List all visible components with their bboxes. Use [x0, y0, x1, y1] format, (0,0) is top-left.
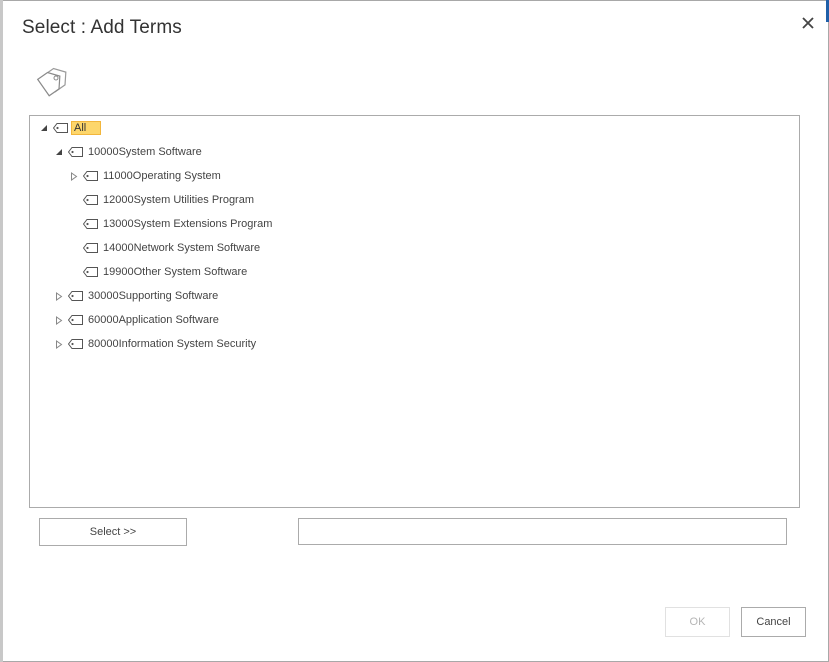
tree-item-label[interactable]: 60000Application Software: [86, 313, 221, 327]
tree-item[interactable]: 11000Operating System: [68, 167, 223, 185]
term-tag-icon: [82, 243, 98, 253]
collapsed-triangle-icon[interactable]: [68, 170, 80, 182]
no-toggle-spacer: [68, 242, 80, 254]
term-tag-icon: [67, 339, 83, 349]
tree-item[interactable]: 14000Network System Software: [68, 239, 262, 257]
term-tag-icon: [82, 171, 98, 181]
expanded-triangle-icon[interactable]: [53, 146, 65, 158]
tree-item-label[interactable]: 19900Other System Software: [101, 265, 249, 279]
term-tag-icon: [82, 267, 98, 277]
no-toggle-spacer: [68, 194, 80, 206]
close-button[interactable]: [797, 12, 819, 34]
tree-item[interactable]: 13000System Extensions Program: [68, 215, 274, 233]
tree-item-label[interactable]: 10000System Software: [86, 145, 204, 159]
tree-item[interactable]: 60000Application Software: [53, 311, 221, 329]
tree-item[interactable]: 10000System Software: [53, 143, 204, 161]
selected-terms-input[interactable]: [298, 518, 787, 545]
close-icon: [802, 17, 814, 29]
ok-button[interactable]: OK: [665, 607, 730, 637]
select-button[interactable]: Select >>: [39, 518, 187, 546]
collapsed-triangle-icon[interactable]: [53, 338, 65, 350]
tags-icon: [36, 67, 67, 97]
term-tag-icon: [82, 219, 98, 229]
tree-item-label[interactable]: 14000Network System Software: [101, 241, 262, 255]
tree-item-label[interactable]: All: [71, 121, 102, 135]
cancel-button[interactable]: Cancel: [741, 607, 806, 637]
tree-item[interactable]: All: [38, 119, 102, 137]
tree-item[interactable]: 30000Supporting Software: [53, 287, 220, 305]
term-tree[interactable]: All 10000System Software 11000Operating Sy…: [29, 115, 800, 508]
expanded-triangle-icon[interactable]: [38, 122, 50, 134]
tree-item[interactable]: 80000Information System Security: [53, 335, 258, 353]
tree-item-label[interactable]: 13000System Extensions Program: [101, 217, 274, 231]
term-tag-icon: [67, 147, 83, 157]
no-toggle-spacer: [68, 218, 80, 230]
tree-item-label[interactable]: 30000Supporting Software: [86, 289, 220, 303]
no-toggle-spacer: [68, 266, 80, 278]
term-tag-icon: [82, 195, 98, 205]
tree-item-label[interactable]: 11000Operating System: [101, 169, 223, 183]
tree-item-label[interactable]: 80000Information System Security: [86, 337, 258, 351]
term-tag-icon: [67, 291, 83, 301]
background-edge: [0, 0, 3, 662]
tree-item[interactable]: 19900Other System Software: [68, 263, 249, 281]
dialog-title: Select : Add Terms: [22, 17, 182, 38]
term-tag-icon: [67, 315, 83, 325]
collapsed-triangle-icon[interactable]: [53, 314, 65, 326]
collapsed-triangle-icon[interactable]: [53, 290, 65, 302]
tree-item[interactable]: 12000System Utilities Program: [68, 191, 256, 209]
term-tag-icon: [52, 123, 68, 133]
tree-item-label[interactable]: 12000System Utilities Program: [101, 193, 256, 207]
